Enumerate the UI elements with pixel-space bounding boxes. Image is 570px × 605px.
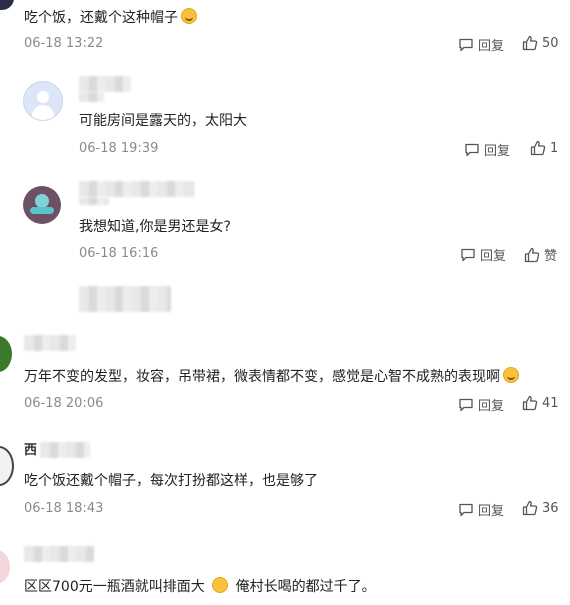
comment-time: 06-18 19:39 [79, 141, 159, 156]
comment-text: 区区700元一瓶酒就叫排面大 俺村长喝的都过千了。 [24, 576, 376, 596]
thumbs-up-icon [522, 395, 538, 411]
avatar[interactable] [0, 446, 14, 486]
like-count: 1 [550, 140, 559, 156]
reply-label: 回复 [478, 39, 505, 54]
avatar[interactable] [0, 550, 10, 584]
reply-button[interactable]: 回复 [458, 35, 504, 54]
laughing-emoji-icon [181, 8, 197, 24]
comment-bubble-icon [461, 248, 475, 261]
comment-text: 我想知道,你是男还是女? [79, 219, 231, 235]
username-blurred [24, 546, 94, 562]
laughing-emoji-icon [503, 367, 519, 383]
like-button[interactable]: 41 [522, 395, 559, 411]
thumbs-up-icon [522, 500, 538, 516]
username-blurred [79, 92, 104, 102]
comment-time: 06-18 16:16 [79, 246, 159, 261]
avatar[interactable] [0, 336, 12, 372]
like-button[interactable]: 1 [530, 140, 558, 156]
comment-text-part: 区区700元一瓶酒就叫排面大 [24, 579, 205, 595]
username-blurred [40, 442, 90, 458]
reply-label: 回复 [478, 399, 505, 414]
thumbs-up-icon [522, 35, 538, 51]
comment-text-content: 万年不变的发型，妆容，吊带裙，微表情都不变，感觉是心智不成熟的表现啊 [24, 369, 500, 385]
avatar[interactable] [0, 0, 14, 10]
comment-time: 06-18 18:43 [24, 501, 104, 516]
username-blurred [79, 181, 194, 197]
reply-button[interactable]: 回复 [458, 395, 504, 414]
reply-label: 回复 [478, 504, 505, 519]
avatar[interactable] [23, 81, 63, 121]
like-button[interactable]: 50 [522, 35, 559, 51]
avatar-figure-body [30, 207, 54, 214]
comment-bubble-icon [459, 38, 473, 51]
default-avatar-body [32, 105, 54, 120]
comment-text: 可能房间是露天的，太阳大 [79, 113, 247, 129]
thumbs-up-icon [524, 247, 540, 262]
grinning-emoji-icon [212, 577, 229, 593]
comment-time: 06-18 13:22 [24, 36, 104, 51]
like-button[interactable]: 赞 [524, 245, 557, 264]
avatar-figure-icon [35, 194, 49, 208]
username-blurred [24, 335, 76, 351]
reply-button[interactable]: 回复 [460, 245, 506, 264]
comment-text-content: 吃个饭，还戴个这种帽子 [24, 10, 178, 26]
comment-bubble-icon [459, 398, 473, 411]
comment-text: 吃个饭，还戴个这种帽子 [24, 7, 197, 27]
default-avatar-icon [37, 91, 49, 103]
comment-text: 万年不变的发型，妆容，吊带裙，微表情都不变，感觉是心智不成熟的表现啊 [24, 366, 519, 386]
comment-text-part: 俺村长喝的都过千了。 [235, 579, 376, 595]
reply-label: 回复 [480, 249, 507, 264]
comment-text: 吃个饭还戴个帽子，每次打扮都这样，也是够了 [24, 473, 318, 489]
like-label: 赞 [544, 249, 558, 264]
more-replies-blurred[interactable] [79, 286, 171, 312]
like-count: 36 [542, 500, 559, 516]
username[interactable]: 西 [24, 439, 37, 458]
like-button[interactable]: 36 [522, 500, 559, 516]
comment-time: 06-18 20:06 [24, 396, 104, 411]
like-count: 41 [542, 395, 559, 411]
reply-button[interactable]: 回复 [464, 140, 510, 159]
comment-bubble-icon [465, 143, 479, 156]
thumbs-up-icon [530, 140, 546, 156]
like-count: 50 [542, 35, 559, 51]
username-visible: 西 [24, 443, 38, 458]
comment-bubble-icon [459, 503, 473, 516]
reply-button[interactable]: 回复 [458, 500, 504, 519]
avatar[interactable] [23, 186, 61, 224]
username-blurred [79, 76, 131, 92]
username-blurred [79, 197, 109, 205]
reply-label: 回复 [484, 144, 511, 159]
